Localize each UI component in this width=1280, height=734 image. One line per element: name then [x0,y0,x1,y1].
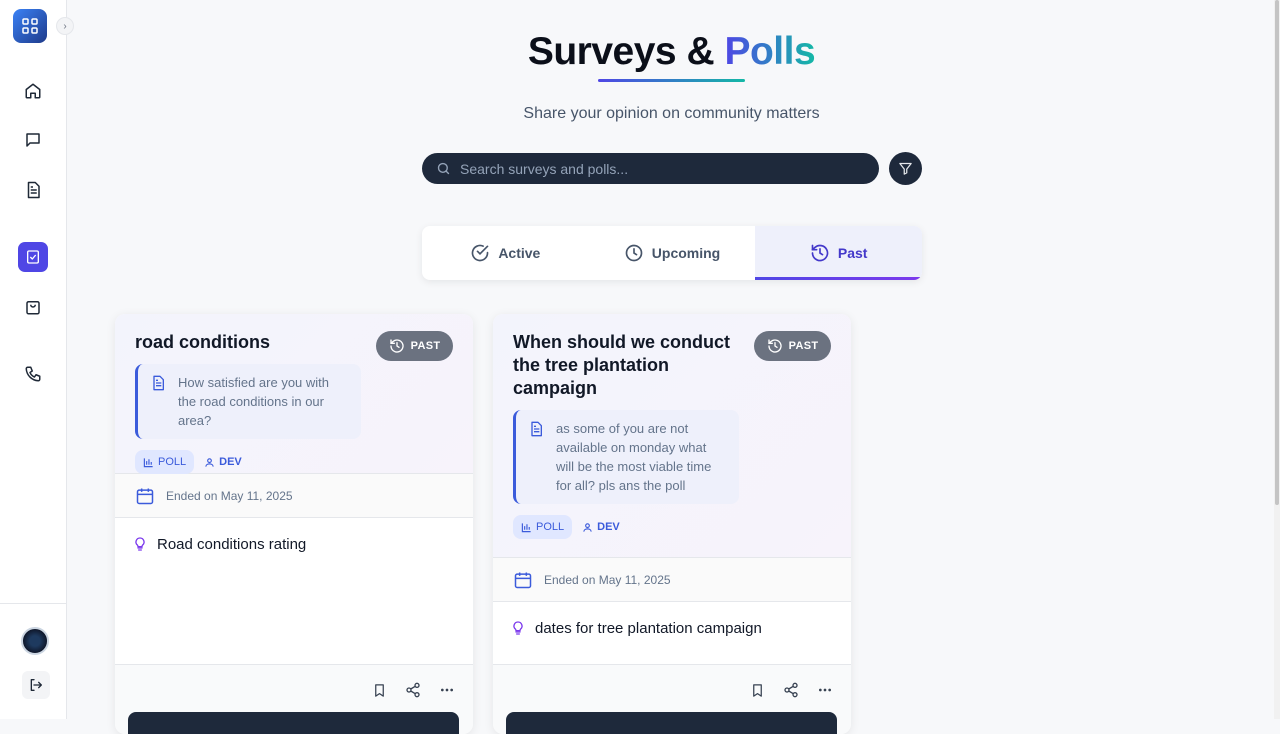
bar-chart-icon [521,522,531,532]
filter-icon [899,162,912,175]
search-icon [437,162,450,175]
card-question: Road conditions rating [115,518,473,570]
search-bar [422,153,879,184]
filter-button[interactable] [889,152,922,185]
calendar-icon [136,488,154,504]
page-subtitle: Share your opinion on community matters [523,105,820,122]
author-tag-label: DEV [219,456,242,468]
share-icon[interactable] [783,682,799,698]
share-icon[interactable] [405,682,421,698]
card-description-text: How satisfied are you with the road cond… [178,375,330,428]
tab-past-label: Past [837,245,868,261]
card-date-row: Ended on May 11, 2025 [493,557,851,602]
type-tag: POLL [135,450,195,474]
card-actions [372,682,455,698]
tab-active[interactable]: Active [422,226,589,280]
author-tag: DEV [204,456,242,468]
clock-icon [625,244,643,262]
status-badge-label: PAST [788,340,819,352]
calendar-icon [514,572,532,588]
bookmark-icon[interactable] [750,683,765,698]
type-tag-label: POLL [158,456,187,468]
card-description-text: as some of you are not available on mond… [556,421,712,493]
card-description: as some of you are not available on mond… [513,410,739,504]
page-title-accent: Polls [724,30,816,73]
card-actions [750,682,833,698]
logout-icon [30,679,42,691]
type-tag: POLL [513,515,573,539]
bookmark-icon[interactable] [372,683,387,698]
tab-upcoming[interactable]: Upcoming [589,226,756,280]
scrollbar-thumb[interactable] [1275,0,1279,505]
history-icon [811,244,829,262]
more-options-icon[interactable] [439,682,455,698]
card-footer [115,664,473,734]
card-header: road conditions PAST How satisfied are y… [115,314,473,474]
sidebar-item-marketplace[interactable] [18,292,48,322]
card-question-text: dates for tree plantation campaign [535,619,762,637]
tab-active-label: Active [498,245,541,261]
page-scrollbar[interactable] [1274,0,1280,719]
survey-icon [27,250,39,264]
user-icon [205,457,214,467]
check-circle-icon [472,244,489,262]
card-title: When should we conduct the tree plantati… [513,332,730,398]
sidebar-item-documents[interactable] [18,175,48,205]
history-icon [389,339,404,353]
card-ended-date: Ended on May 11, 2025 [544,572,671,587]
status-tabs: Active Upcoming Past [422,226,922,280]
sidebar-item-contacts[interactable] [18,359,48,389]
lightbulb-icon [135,537,145,551]
survey-card[interactable]: road conditions PAST How satisfied are y… [115,314,473,734]
more-options-icon[interactable] [817,682,833,698]
survey-card[interactable]: When should we conduct the tree plantati… [493,314,851,734]
tab-past[interactable]: Past [755,226,922,280]
card-date-row: Ended on May 11, 2025 [115,473,473,518]
page-title-main: Surveys & [527,30,725,73]
history-icon [767,339,782,353]
user-icon [583,522,592,532]
card-title: road conditions [135,332,270,352]
avatar[interactable] [21,627,49,655]
card-tags: POLL DEV [513,515,831,539]
view-results-button[interactable] [506,712,837,734]
card-question-text: Road conditions rating [157,535,307,553]
document-icon [531,421,542,437]
title-underline [598,79,745,82]
card-tags: POLL DEV [135,450,453,474]
phone-icon [25,366,41,382]
status-badge: PAST [376,331,453,361]
card-footer [493,664,851,734]
card-ended-date: Ended on May 11, 2025 [166,488,293,503]
document-icon [153,375,164,391]
author-tag-label: DEV [597,521,620,533]
author-tag: DEV [582,521,620,533]
card-header: When should we conduct the tree plantati… [493,314,851,557]
tab-upcoming-label: Upcoming [651,245,721,261]
message-icon [26,133,40,147]
logout-button[interactable] [22,671,50,699]
status-badge: PAST [754,331,831,361]
sidebar-item-surveys[interactable] [18,242,48,272]
card-description: How satisfied are you with the road cond… [135,364,361,439]
shopping-bag-icon [26,301,40,315]
bar-chart-icon [143,457,153,467]
sidebar-item-messages[interactable] [18,125,48,155]
search-input[interactable] [460,160,879,177]
home-icon [25,83,41,99]
page-title: Surveys & Polls [0,30,1280,74]
document-icon [27,181,40,199]
sidebar-footer [0,603,67,719]
lightbulb-icon [513,621,523,635]
type-tag-label: POLL [536,521,565,533]
view-results-button[interactable] [128,712,459,734]
status-badge-label: PAST [410,340,441,352]
sidebar-item-home[interactable] [18,76,48,106]
card-question: dates for tree plantation campaign [493,602,851,654]
